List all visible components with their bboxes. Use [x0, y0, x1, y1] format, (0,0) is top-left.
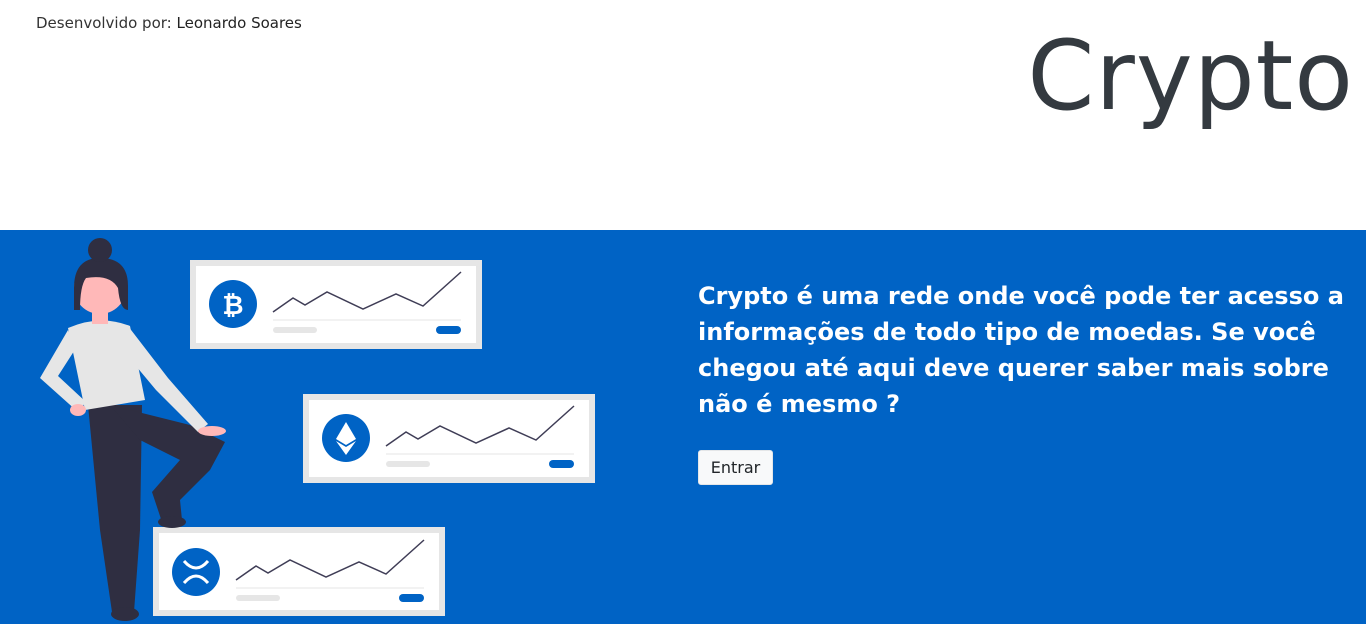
bitcoin-icon: ₿ [209, 280, 257, 328]
ripple-chart-card [153, 527, 445, 616]
bitcoin-chart-card: ₿ [190, 260, 482, 349]
svg-text:₿: ₿ [222, 291, 243, 321]
ethereum-icon [322, 414, 370, 462]
crypto-illustration: ₿ [40, 238, 595, 621]
brand-logo-text: Crypto [1027, 20, 1354, 132]
credit-author: Leonardo Soares [176, 14, 302, 32]
enter-button[interactable]: Entrar [698, 450, 773, 485]
developer-credit: Desenvolvido por: Leonardo Soares [36, 14, 302, 32]
hero-description: Crypto é uma rede onde você pode ter ace… [698, 282, 1344, 418]
ripple-icon [172, 548, 220, 596]
header: Desenvolvido por: Leonardo Soares Crypto [0, 0, 1366, 230]
hero-section: ₿ Crypto é uma rede onde você pode ter a… [0, 230, 1366, 624]
credit-prefix: Desenvolvido por: [36, 14, 172, 32]
ethereum-chart-card [303, 394, 595, 483]
